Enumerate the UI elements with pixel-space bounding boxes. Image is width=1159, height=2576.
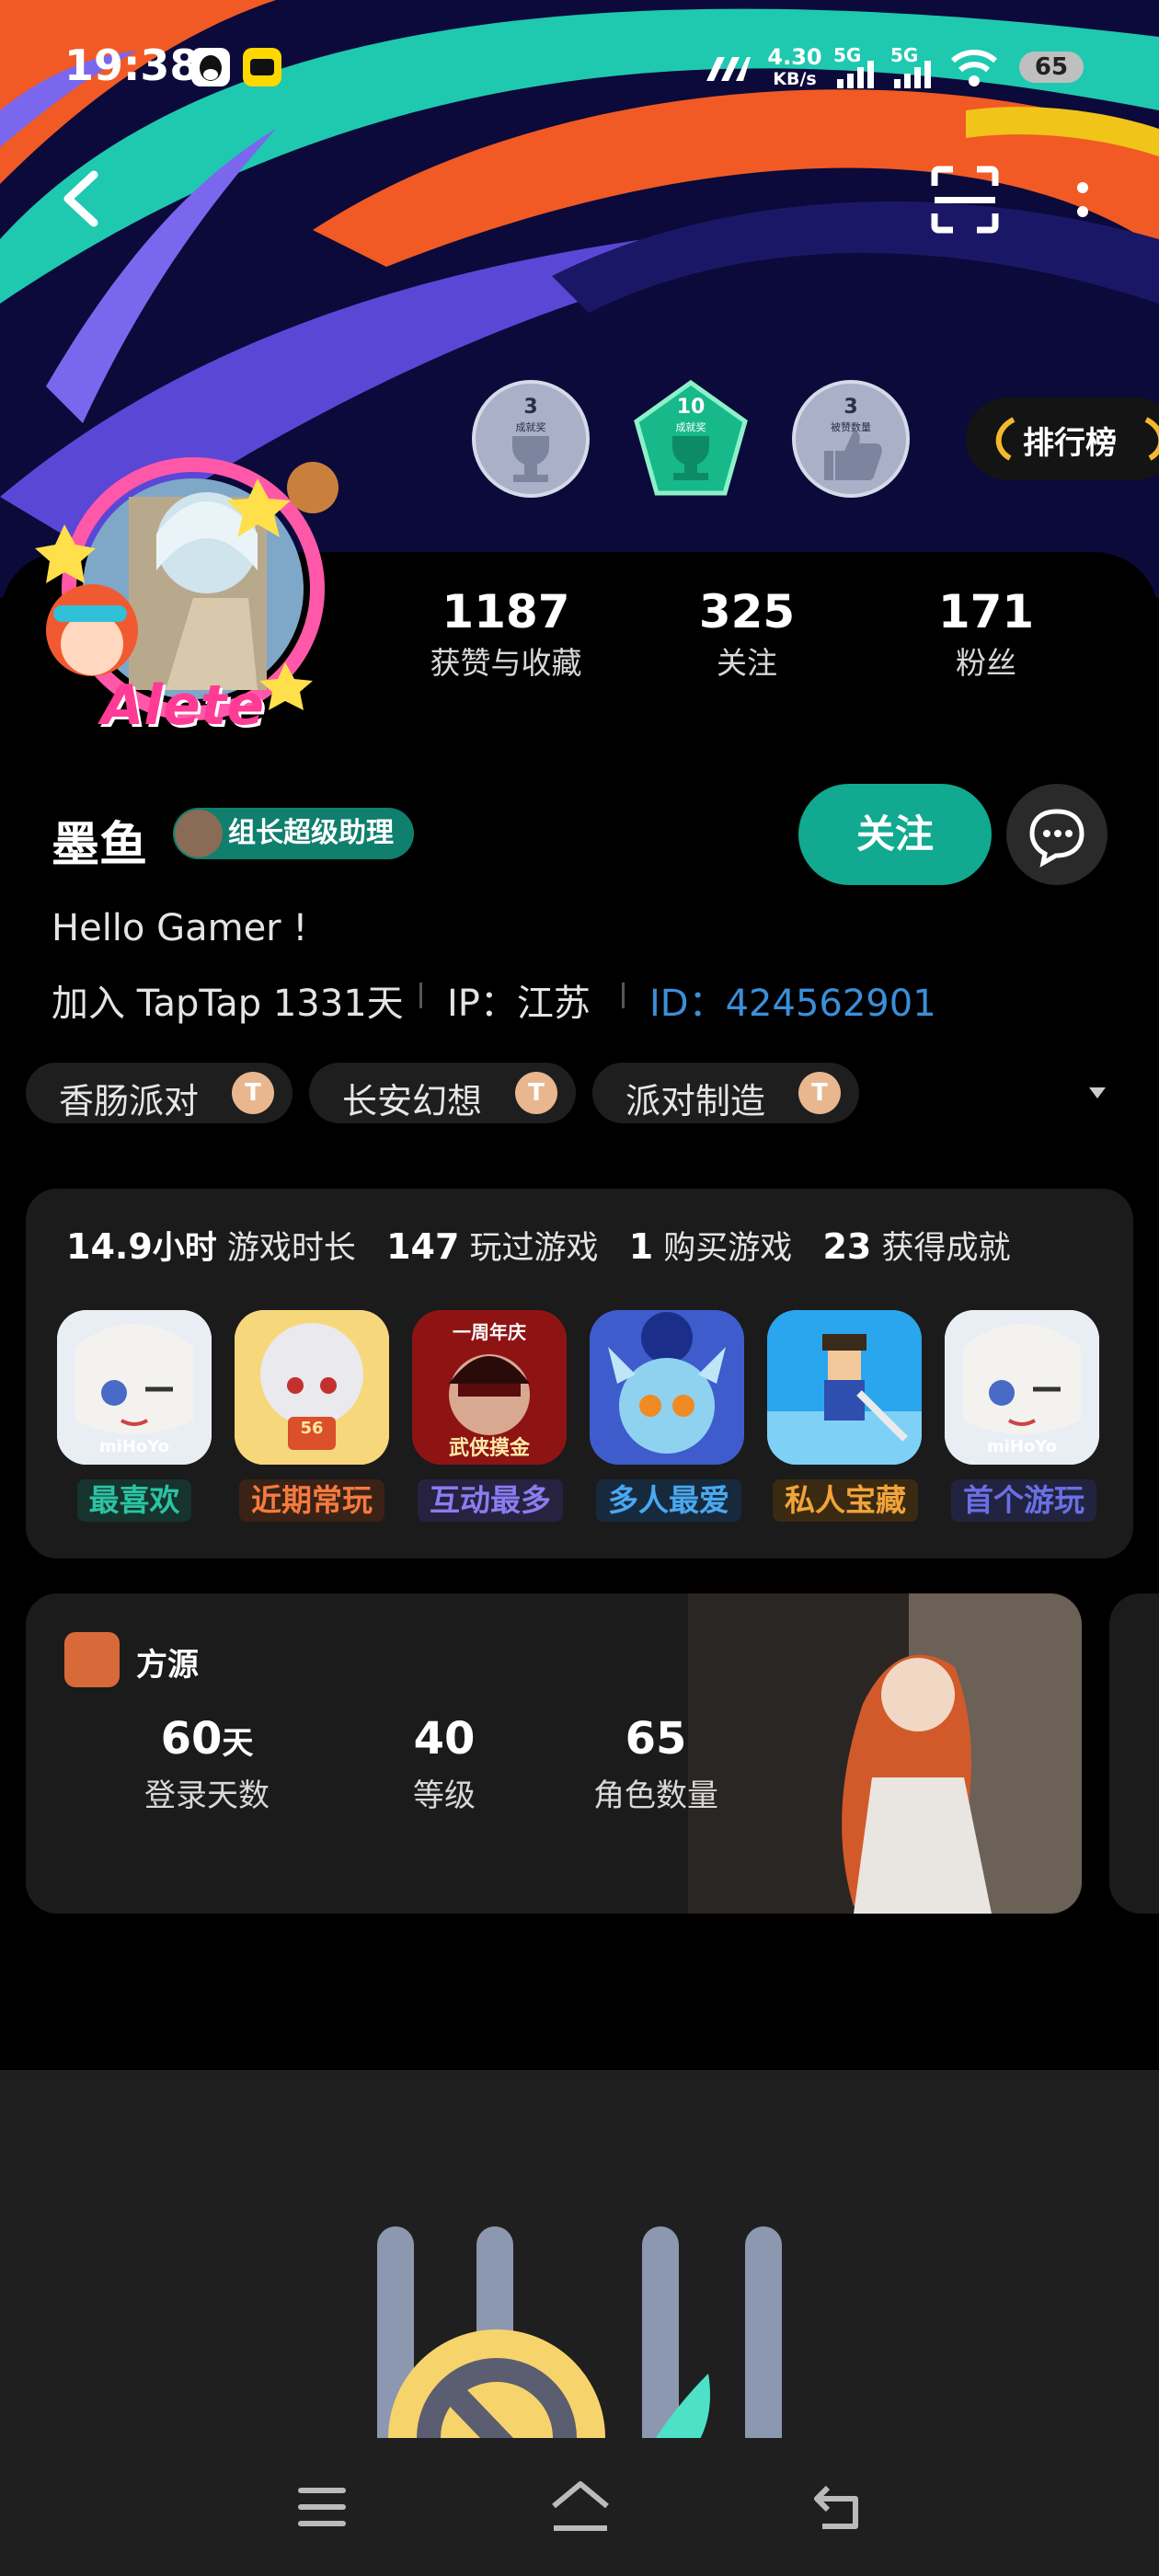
- game-icon-recent[interactable]: 56: [235, 1310, 389, 1465]
- qq-icon: [191, 48, 230, 86]
- game-label-multiplayer: 多人最爱: [596, 1479, 741, 1522]
- follow-button[interactable]: 关注: [798, 784, 992, 885]
- ip-location: IP：江苏: [447, 983, 591, 1025]
- game-card-title: 方源: [136, 1647, 199, 1684]
- net-speed-unit: KB/s: [773, 69, 817, 89]
- played-label: 玩过游戏: [469, 1230, 599, 1267]
- achievements-label: 获得成就: [881, 1230, 1011, 1267]
- game-tag-2[interactable]: 长安幻想 T: [309, 1063, 576, 1123]
- stat-following-label: 关注: [717, 645, 777, 681]
- game-tag-1[interactable]: 香肠派对 T: [26, 1063, 293, 1123]
- avatar-frame-label: Alete: [101, 673, 265, 738]
- back-nav-icon[interactable]: [809, 2480, 865, 2532]
- taptap-coin-icon: T: [232, 1072, 274, 1114]
- taptap-coin-icon: T: [515, 1072, 557, 1114]
- user-badge[interactable]: 组长超级助理: [173, 808, 414, 859]
- game-label-favorite: 最喜欢: [77, 1479, 191, 1522]
- more-vertical-icon: [1077, 182, 1088, 217]
- game-icon-multiplayer[interactable]: [590, 1310, 744, 1465]
- stat-likes[interactable]: 1187 获赞与收藏: [386, 585, 625, 683]
- hours-unit: 小时: [152, 1230, 217, 1267]
- achievement-medal-2[interactable]: 10 成就奖: [631, 379, 751, 499]
- game-label-recent: 近期常玩: [239, 1479, 384, 1522]
- game-icon-first[interactable]: miHoYo: [945, 1310, 1099, 1465]
- wifi-icon: [949, 44, 999, 92]
- stat-likes-value: 1187: [442, 585, 570, 638]
- stat-likes-label: 获赞与收藏: [430, 645, 582, 681]
- ranking-button[interactable]: 排行榜: [966, 397, 1159, 480]
- game-label-treasure: 私人宝藏: [773, 1479, 918, 1522]
- achievements-value: 23: [822, 1226, 872, 1267]
- game-label-interactive: 互动最多: [418, 1479, 563, 1522]
- game-icon-interactive[interactable]: 一周年庆 武侠摸金: [412, 1310, 567, 1465]
- medal-3-count: 3: [843, 396, 858, 419]
- hours-label: 游戏时长: [226, 1230, 356, 1267]
- chat-bubble-icon: [1029, 809, 1084, 868]
- status-bar: 19:38 4.30 KB/s 5G 5G 65: [0, 0, 1159, 120]
- medal-1-label: 成就奖: [515, 421, 546, 433]
- metric-character-count: 65 角色数量: [593, 1713, 718, 1814]
- bought-label: 购买游戏: [663, 1230, 793, 1267]
- game-icon-treasure[interactable]: [767, 1310, 922, 1465]
- expand-tags-button[interactable]: [1085, 1082, 1109, 1106]
- user-name: 墨鱼: [52, 818, 148, 873]
- signal-vendor-icon: [703, 55, 751, 90]
- game-record-card[interactable]: 方源 60天 登录天数 40 等级 65 角色数量: [26, 1593, 1082, 1914]
- metric-login-days: 60天 登录天数: [144, 1713, 270, 1814]
- ranking-label: 排行榜: [1023, 425, 1117, 462]
- game-tag-3[interactable]: 派对制造 T: [592, 1063, 859, 1123]
- home-icon[interactable]: [548, 2478, 613, 2534]
- game-tag-3-label: 派对制造: [625, 1081, 766, 1121]
- game-icon-favorite[interactable]: miHoYo: [57, 1310, 212, 1465]
- metric-level: 40 等级: [413, 1713, 476, 1814]
- play-stats-row: 14.9小时 游戏时长 147 玩过游戏 1 购买游戏 23 获得成就: [66, 1222, 1011, 1269]
- more-options-button[interactable]: [1069, 177, 1096, 223]
- taptap-coin-icon: T: [798, 1072, 841, 1114]
- stat-following[interactable]: 325 关注: [627, 585, 866, 683]
- game-tag-1-label: 香肠派对: [59, 1081, 200, 1121]
- user-bio: Hello Gamer !: [52, 907, 308, 949]
- game-label-first: 首个游玩: [951, 1479, 1096, 1522]
- stat-followers[interactable]: 171 粉丝: [866, 585, 1106, 683]
- achievement-medal-3[interactable]: 3 被赞数量: [791, 379, 911, 499]
- status-time: 19:38: [64, 40, 200, 90]
- game-tag-2-label: 长安幻想: [342, 1081, 483, 1121]
- message-button[interactable]: [1006, 784, 1107, 885]
- scan-icon: [931, 166, 999, 234]
- user-badge-label: 组长超级助理: [228, 817, 394, 849]
- divider: [419, 983, 422, 1008]
- medal-1-count: 3: [523, 396, 538, 419]
- medal-2-label: 成就奖: [675, 421, 706, 433]
- signal-2-icon: 5G: [890, 44, 931, 88]
- app-notification-icon: [243, 48, 281, 86]
- stat-following-value: 325: [698, 585, 796, 638]
- menu-icon[interactable]: [294, 2484, 350, 2530]
- net-speed-value: 4.30: [767, 44, 822, 70]
- game-record-card-next[interactable]: [1109, 1593, 1159, 1914]
- back-arrow-icon: [63, 170, 98, 227]
- game-avatar-icon: [64, 1632, 120, 1687]
- system-nav-bar: [0, 2438, 1159, 2576]
- played-value: 147: [386, 1226, 460, 1267]
- divider: [622, 983, 625, 1008]
- medal-3-label: 被赞数量: [831, 421, 871, 433]
- battery-icon: 65: [1019, 52, 1084, 83]
- joined-days: 加入 TapTap 1331天: [52, 983, 404, 1025]
- signal-1-icon: 5G: [833, 44, 874, 88]
- scan-button[interactable]: [931, 166, 999, 234]
- badge-avatar-icon: [175, 810, 223, 857]
- bought-value: 1: [628, 1226, 654, 1267]
- achievement-medal-1[interactable]: 3 成就奖: [471, 379, 591, 499]
- medal-2-count: 10: [676, 396, 706, 419]
- caret-down-icon: [1089, 1087, 1106, 1098]
- back-button[interactable]: [55, 166, 110, 230]
- stat-followers-label: 粉丝: [956, 645, 1016, 681]
- laurel-left-icon: [995, 417, 1016, 461]
- stat-followers-value: 171: [937, 585, 1035, 638]
- avatar[interactable]: Alete: [28, 432, 359, 738]
- user-id[interactable]: ID：424562901: [649, 973, 936, 1027]
- laurel-right-icon: [1144, 417, 1159, 461]
- hours-value: 14.9: [66, 1226, 153, 1267]
